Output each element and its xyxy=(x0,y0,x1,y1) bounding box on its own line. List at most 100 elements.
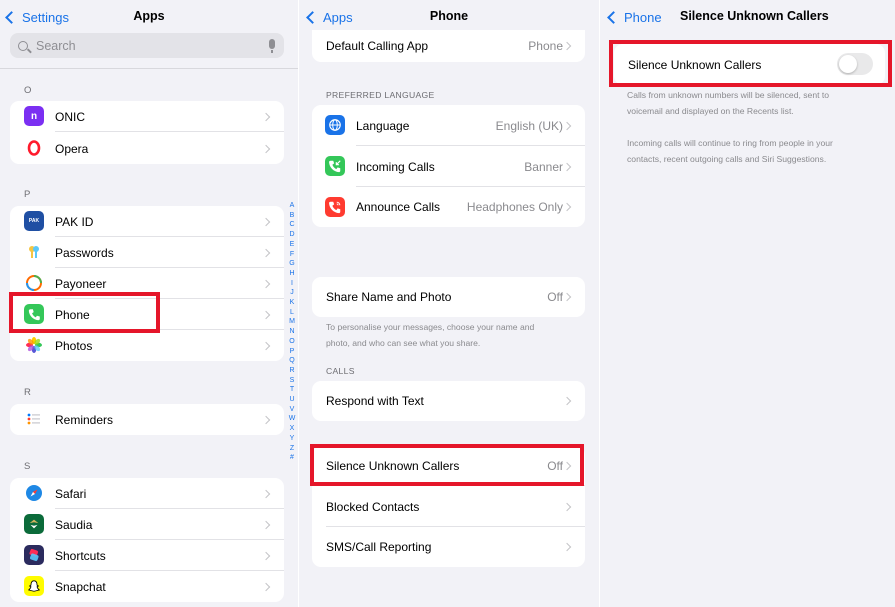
app-row-pakid[interactable]: PAK PAK ID xyxy=(10,206,284,237)
key-icon xyxy=(24,242,44,262)
chevron-right-icon xyxy=(562,121,572,130)
index-letter[interactable]: L xyxy=(290,308,294,318)
app-row-saudia[interactable]: Saudia xyxy=(10,509,284,540)
page-title: Apps xyxy=(133,9,165,23)
app-row-onic[interactable]: n ONIC xyxy=(10,101,284,132)
search-field[interactable]: Search xyxy=(10,33,284,58)
section-letter-s: S xyxy=(24,461,31,472)
index-letter[interactable]: S xyxy=(290,376,295,386)
app-row-photos[interactable]: Photos xyxy=(10,330,284,361)
index-letter[interactable]: B xyxy=(290,211,295,221)
index-letter[interactable]: N xyxy=(289,327,294,337)
row-label: Language xyxy=(356,118,410,133)
index-letter[interactable]: G xyxy=(289,259,294,269)
shortcuts-icon xyxy=(24,545,44,565)
chevron-right-icon xyxy=(261,582,271,591)
chevron-right-icon xyxy=(261,489,271,498)
index-letter[interactable]: M xyxy=(289,317,295,327)
index-letter[interactable]: H xyxy=(289,269,294,279)
index-letter[interactable]: I xyxy=(291,279,293,289)
chevron-right-icon xyxy=(261,279,271,288)
app-row-safari[interactable]: Safari xyxy=(10,478,284,509)
respond-with-text-row[interactable]: Respond with Text xyxy=(312,381,585,421)
index-letter[interactable]: O xyxy=(289,337,294,347)
preferred-language-header: PREFERRED LANGUAGE xyxy=(326,90,435,100)
caption-line: voicemail and displayed on the Recents l… xyxy=(627,106,794,116)
toggle-row-highlight xyxy=(609,40,892,87)
index-letter[interactable]: X xyxy=(290,424,295,434)
chevron-right-icon xyxy=(261,310,271,319)
row-value: English (UK) xyxy=(495,118,563,133)
saudia-icon xyxy=(24,514,44,534)
index-letter[interactable]: T xyxy=(290,385,294,395)
pakid-icon: PAK xyxy=(24,211,44,231)
app-name: Passwords xyxy=(55,245,114,260)
index-letter[interactable]: C xyxy=(289,220,294,230)
microphone-icon[interactable] xyxy=(269,39,275,53)
phone-row-highlight xyxy=(9,292,160,333)
silence-navbar: Phone Silence Unknown Callers xyxy=(600,0,895,33)
apps-navbar: Settings Apps xyxy=(0,0,298,33)
app-row-snapchat[interactable]: Snapchat xyxy=(10,571,284,602)
caption-line: photo, and who can see what you share. xyxy=(326,338,481,348)
section-letter-o: O xyxy=(24,85,32,96)
row-label: Announce Calls xyxy=(356,200,441,214)
language-row[interactable]: Language English (UK) xyxy=(312,105,585,146)
app-name: PAK ID xyxy=(55,214,94,229)
share-name-photo-row[interactable]: Share Name and Photo Off xyxy=(312,277,585,317)
phone-navbar: Apps Phone xyxy=(299,0,599,33)
back-to-phone-button[interactable]: Phone xyxy=(606,8,662,26)
page-title: Silence Unknown Callers xyxy=(680,9,829,23)
index-letter[interactable]: K xyxy=(290,298,295,308)
back-label: Phone xyxy=(624,9,662,25)
index-letter[interactable]: V xyxy=(290,405,295,415)
reminders-icon xyxy=(24,409,44,429)
sms-call-reporting-row[interactable]: SMS/Call Reporting xyxy=(312,527,585,567)
calls-header: CALLS xyxy=(326,366,355,376)
silence-unknown-callers-panel: Phone Silence Unknown Callers Silence Un… xyxy=(600,0,895,607)
page-title: Phone xyxy=(429,9,469,23)
incoming-calls-row[interactable]: Incoming Calls Banner xyxy=(312,146,585,187)
index-letter[interactable]: R xyxy=(289,366,294,376)
index-letter[interactable]: Y xyxy=(290,434,295,444)
index-letter[interactable]: D xyxy=(289,230,294,240)
photos-icon xyxy=(24,335,44,355)
chevron-right-icon xyxy=(261,341,271,350)
onic-icon: n xyxy=(24,106,44,126)
chevron-right-icon xyxy=(261,415,271,424)
index-letter[interactable]: F xyxy=(290,250,294,260)
phone-settings-panel: Apps Phone Default Calling App Phone PRE… xyxy=(299,0,599,607)
chevron-left-icon xyxy=(607,10,620,24)
default-calling-app-row[interactable]: Default Calling App Phone xyxy=(312,30,585,62)
index-letter[interactable]: Q xyxy=(289,356,294,366)
index-letter[interactable]: Z xyxy=(290,444,294,454)
alphabet-index[interactable]: A B C D E F G H I J K L M N O P Q R S T U V W X Y Z # xyxy=(287,201,297,463)
blocked-contacts-row[interactable]: Blocked Contacts xyxy=(312,486,585,527)
chevron-right-icon xyxy=(562,41,572,51)
row-label: Respond with Text xyxy=(326,394,424,408)
chevron-right-icon xyxy=(261,520,271,529)
apps-group-r: Reminders xyxy=(10,404,284,435)
row-label: SMS/Call Reporting xyxy=(326,540,432,554)
opera-icon xyxy=(24,138,44,158)
share-name-caption: To personalise your messages, choose you… xyxy=(326,319,534,351)
index-letter[interactable]: J xyxy=(290,288,294,298)
chevron-right-icon xyxy=(562,542,572,552)
index-letter[interactable]: # xyxy=(290,453,294,463)
chevron-right-icon xyxy=(261,144,271,153)
chevron-right-icon xyxy=(261,551,271,560)
announce-calls-row[interactable]: Announce Calls Headphones Only xyxy=(312,187,585,227)
index-letter[interactable]: P xyxy=(290,347,295,357)
index-letter[interactable]: E xyxy=(290,240,295,250)
app-name: Photos xyxy=(55,338,93,353)
app-row-opera[interactable]: Opera xyxy=(10,133,284,164)
app-name: Safari xyxy=(55,486,87,501)
apps-group-p: PAK PAK ID Passwords Payoneer Phone Phot… xyxy=(10,206,284,361)
caption-line: contacts, recent outgoing calls and Siri… xyxy=(627,154,827,164)
index-letter[interactable]: W xyxy=(289,414,296,424)
index-letter[interactable]: A xyxy=(290,201,295,211)
app-row-reminders[interactable]: Reminders xyxy=(10,404,284,435)
app-row-passwords[interactable]: Passwords xyxy=(10,237,284,268)
app-row-shortcuts[interactable]: Shortcuts xyxy=(10,540,284,571)
index-letter[interactable]: U xyxy=(289,395,294,405)
